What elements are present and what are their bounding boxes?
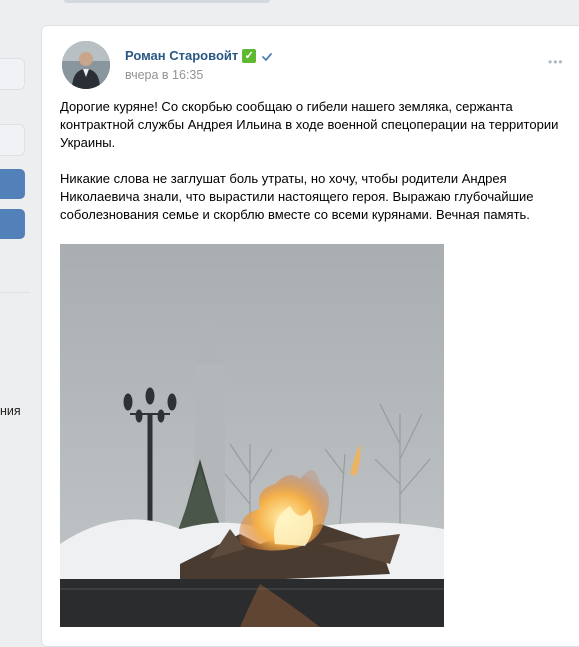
sidebar-button-2[interactable]	[0, 209, 25, 239]
post-photo[interactable]	[60, 244, 444, 627]
green-check-emoji-icon: ✓	[242, 48, 257, 63]
author-avatar[interactable]	[62, 41, 110, 89]
post-text: Дорогие куряне! Со скорбью сообщаю о гиб…	[60, 99, 559, 222]
sidebar-button-1[interactable]	[0, 169, 25, 199]
avatar-image	[62, 41, 110, 89]
author-name-row[interactable]: Роман Старовойт ✓	[125, 48, 257, 63]
sidebar-partial-text[interactable]: ния	[0, 404, 21, 418]
verified-check-icon	[262, 53, 272, 61]
more-dots-icon[interactable]: •••	[548, 55, 564, 69]
sidebar-item-2[interactable]	[0, 124, 25, 156]
top-search-strip	[64, 0, 270, 3]
eternal-flame-photo	[60, 244, 444, 627]
sidebar-divider	[0, 292, 30, 293]
author-name[interactable]: Роман Старовойт	[125, 48, 238, 63]
sidebar-item-1[interactable]	[0, 58, 25, 90]
post-date[interactable]: вчера в 16:35	[125, 68, 203, 82]
